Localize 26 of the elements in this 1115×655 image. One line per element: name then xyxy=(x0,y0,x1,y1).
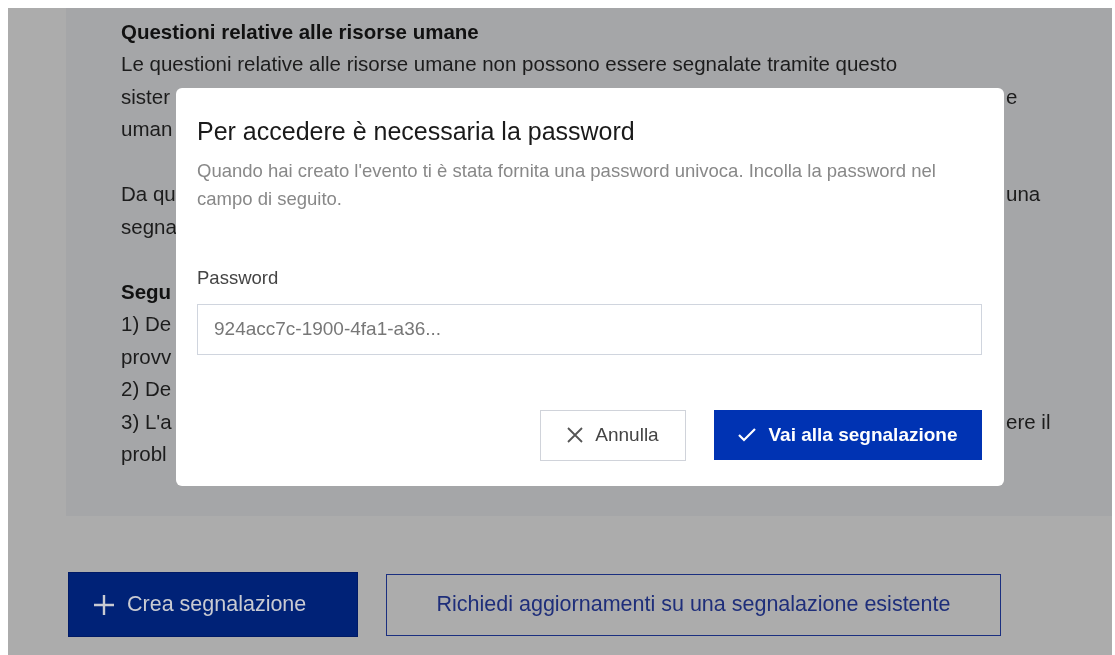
body-text: e xyxy=(1006,83,1018,110)
body-text: Da qu xyxy=(121,181,176,208)
body-text: Le questioni relative alle risorse umane non possono essere segnalate tramite questo xyxy=(121,51,898,78)
password-field[interactable]: 924acc7c-1900-4fa1-a36... xyxy=(197,303,982,355)
request-updates-button[interactable]: Richiedi aggiornamenti su una segnalazione esistente xyxy=(386,573,1001,636)
body-text: probl xyxy=(121,441,167,468)
body-text: una xyxy=(1006,181,1041,208)
plus-icon xyxy=(93,593,115,616)
dialog-title: Per accedere è necessaria la password xyxy=(197,116,635,147)
body-text: provv xyxy=(121,343,172,370)
body-text: uman xyxy=(121,116,173,143)
body-text: 1) De xyxy=(121,311,172,338)
body-text: 3) L'a xyxy=(121,408,172,435)
section-heading: Questioni relative alle risorse umane xyxy=(121,18,479,45)
confirm-button[interactable]: Vai alla segnalazione xyxy=(714,409,982,460)
body-text: sister xyxy=(121,83,170,110)
close-icon xyxy=(567,427,584,444)
body-text: 2) De xyxy=(121,376,172,403)
check-icon xyxy=(738,427,757,442)
cancel-button[interactable]: Annulla xyxy=(540,409,686,461)
body-text: segna xyxy=(121,213,177,240)
section-heading: Segu xyxy=(121,278,172,305)
field-label: Password xyxy=(197,266,279,290)
body-text: ere il xyxy=(1006,408,1051,435)
dialog-description: Quando hai creato l'evento ti è stata fornita una password univoca. Incolla la password nel campo di seguito. xyxy=(197,159,937,211)
create-report-button[interactable]: Crea segnalazione xyxy=(68,572,358,637)
